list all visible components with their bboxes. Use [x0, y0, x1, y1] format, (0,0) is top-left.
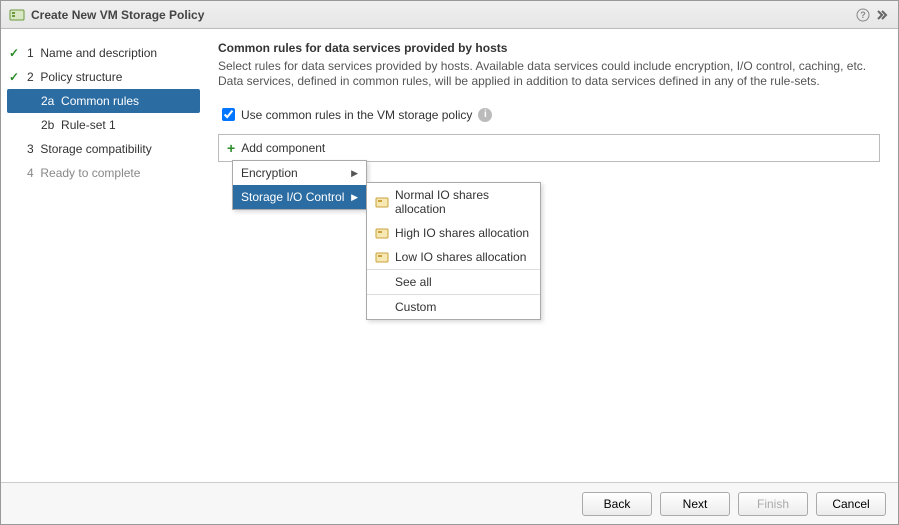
dropdown-item-encryption[interactable]: Encryption ▶ [233, 161, 366, 185]
add-component-label: Add component [241, 141, 325, 155]
step-name-description[interactable]: ✓ 1 Name and description [1, 41, 206, 65]
use-common-rules-label: Use common rules in the VM storage polic… [241, 108, 472, 122]
svg-text:?: ? [860, 10, 866, 20]
check-icon: ✓ [9, 69, 19, 85]
content-area: Common rules for data services provided … [206, 29, 898, 482]
use-common-rules-checkbox[interactable] [222, 108, 235, 121]
title-bar: Create New VM Storage Policy ? [1, 1, 898, 29]
dialog-window: Create New VM Storage Policy ? ✓ 1 Name … [0, 0, 899, 525]
dialog-footer: Back Next Finish Cancel [1, 482, 898, 524]
substep-rule-set-1[interactable]: 2b Rule-set 1 [1, 113, 206, 137]
chevron-right-icon: ▶ [351, 192, 358, 203]
dialog-title: Create New VM Storage Policy [31, 8, 856, 22]
use-common-rules-row: Use common rules in the VM storage polic… [218, 105, 880, 124]
forward-icon[interactable] [876, 8, 890, 22]
substep-common-rules[interactable]: 2a Common rules [7, 89, 200, 113]
next-button[interactable]: Next [660, 492, 730, 516]
submenu-normal-io[interactable]: Normal IO shares allocation [367, 183, 540, 221]
section-description: Select rules for data services provided … [218, 59, 880, 89]
submenu-see-all[interactable]: See all [367, 270, 540, 294]
step-policy-structure[interactable]: ✓ 2 Policy structure [1, 65, 206, 89]
wizard-steps: ✓ 1 Name and description ✓ 2 Policy stru… [1, 29, 206, 482]
chevron-right-icon: ▶ [351, 168, 358, 179]
finish-button[interactable]: Finish [738, 492, 808, 516]
policy-item-icon [375, 195, 389, 209]
submenu-custom[interactable]: Custom [367, 295, 540, 319]
policy-item-icon [375, 226, 389, 240]
section-title: Common rules for data services provided … [218, 41, 880, 55]
storage-io-submenu: Normal IO shares allocation High IO shar… [366, 182, 541, 320]
step-storage-compatibility[interactable]: 3 Storage compatibility [1, 137, 206, 161]
submenu-high-io[interactable]: High IO shares allocation [367, 221, 540, 245]
vm-policy-icon [9, 7, 25, 23]
dropdown-item-storage-io[interactable]: Storage I/O Control ▶ [233, 185, 366, 209]
cancel-button[interactable]: Cancel [816, 492, 886, 516]
policy-item-icon [375, 250, 389, 264]
back-button[interactable]: Back [582, 492, 652, 516]
add-component-button[interactable]: + Add component [218, 134, 880, 162]
check-icon: ✓ [9, 45, 19, 61]
submenu-low-io[interactable]: Low IO shares allocation [367, 245, 540, 269]
component-dropdown: Encryption ▶ Storage I/O Control ▶ [232, 160, 367, 210]
info-icon[interactable]: i [478, 108, 492, 122]
plus-icon: + [227, 140, 235, 156]
step-ready-complete: 4 Ready to complete [1, 161, 206, 185]
help-icon[interactable]: ? [856, 8, 870, 22]
